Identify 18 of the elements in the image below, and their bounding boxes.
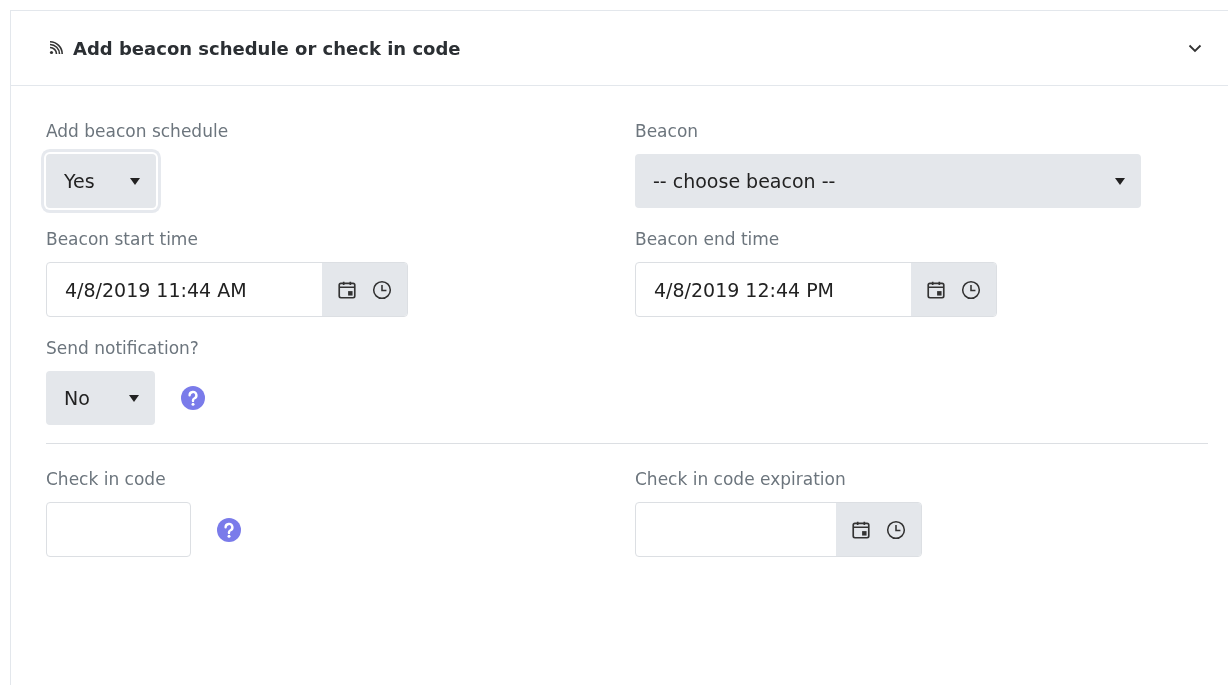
chevron-icon[interactable] bbox=[1188, 43, 1202, 53]
field-label: Beacon start time bbox=[46, 228, 199, 251]
caret-icon bbox=[130, 177, 140, 185]
help-icon[interactable] bbox=[181, 386, 205, 410]
field-label: Beacon end time bbox=[635, 228, 781, 251]
input-field[interactable] bbox=[46, 502, 191, 557]
panel-title: Add beacon schedule or check in code bbox=[73, 37, 462, 59]
field-label: Check in code expiration bbox=[635, 468, 847, 491]
select-field[interactable]: No bbox=[46, 371, 155, 425]
caret-icon bbox=[1115, 177, 1125, 185]
caret-icon bbox=[129, 394, 139, 402]
rss-icon bbox=[49, 41, 63, 55]
field-label: Send notification? bbox=[46, 337, 200, 360]
help-icon[interactable] bbox=[217, 517, 241, 542]
field-label: Check in code bbox=[46, 468, 167, 491]
select-field[interactable]: -- choose beacon -- bbox=[635, 154, 1141, 208]
field-label: Add beacon schedule bbox=[46, 120, 230, 143]
field-label: Beacon bbox=[635, 120, 700, 143]
